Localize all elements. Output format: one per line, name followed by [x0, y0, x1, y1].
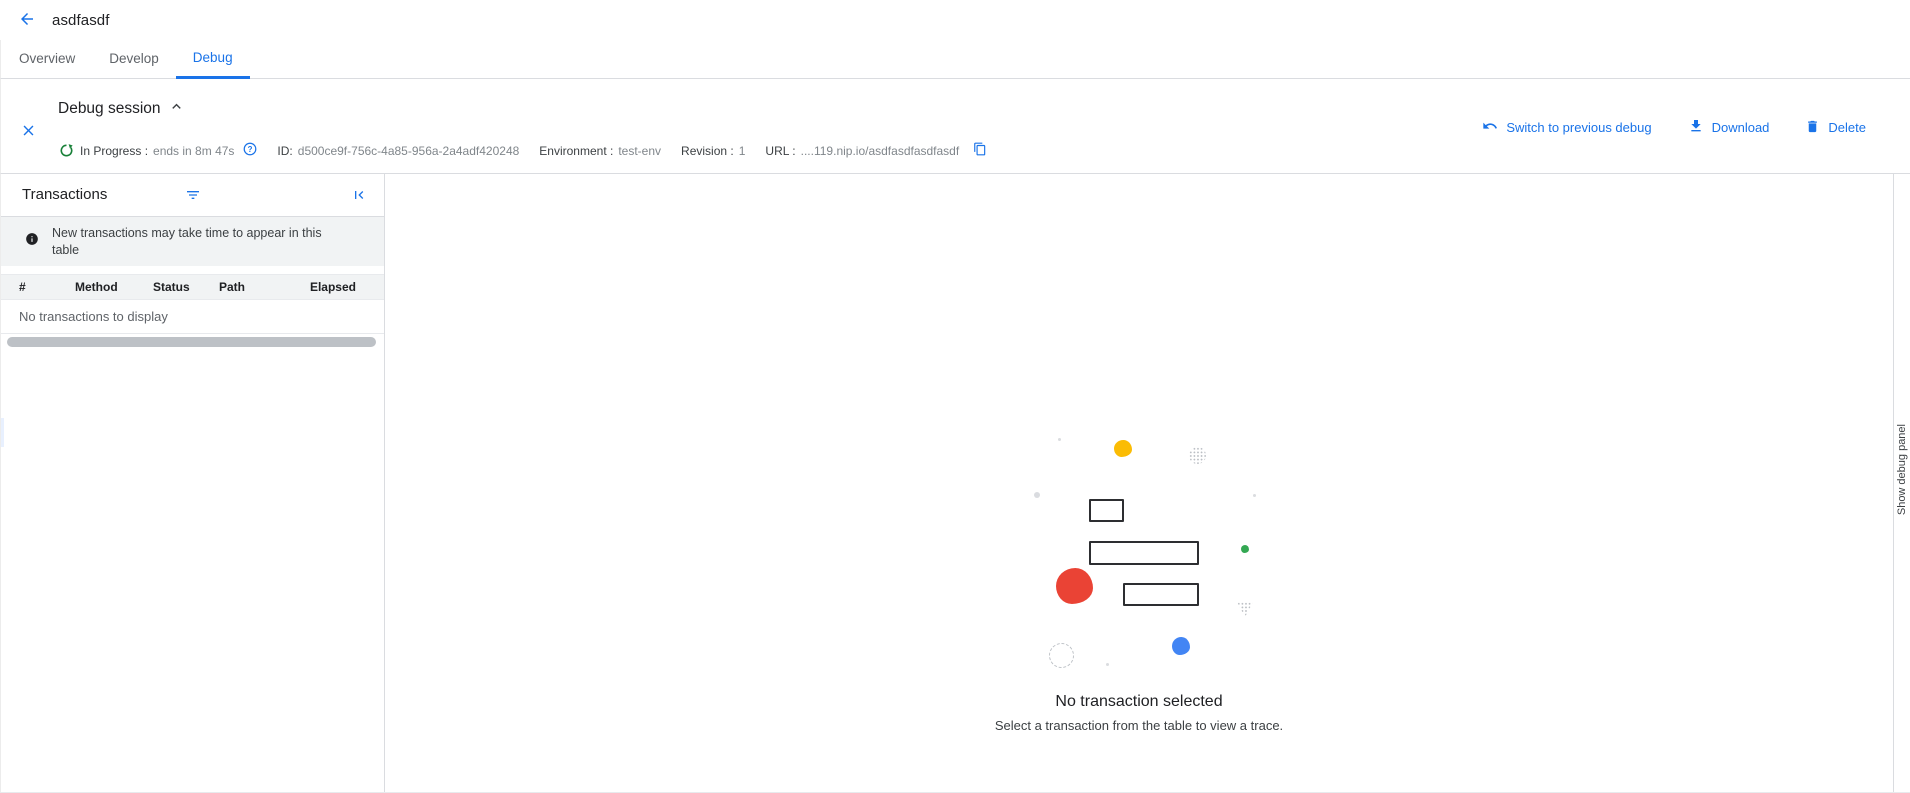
copy-url-button[interactable] [973, 142, 987, 159]
session-title-row: Debug session [58, 98, 185, 120]
delete-label: Delete [1828, 120, 1866, 135]
download-icon [1688, 118, 1704, 137]
illustration-rect-medium [1123, 583, 1199, 606]
illustration-red-blob [1056, 568, 1093, 604]
session-actions: Switch to previous debug Download Delete [1482, 118, 1866, 137]
illustration-dashed-circle [1049, 643, 1074, 668]
collapse-panel-button[interactable] [346, 183, 372, 209]
page-body: Transactions New transactions may take t… [0, 174, 1910, 793]
illustration-rect-small [1089, 499, 1124, 522]
close-session-panel-button[interactable] [15, 119, 41, 145]
in-progress-icon [60, 144, 73, 157]
delete-button[interactable]: Delete [1805, 119, 1866, 137]
transactions-title: Transactions [22, 186, 107, 203]
trace-area: No transaction selected Select a transac… [385, 174, 1893, 792]
undo-icon [1482, 118, 1498, 137]
revision-value: 1 [739, 144, 746, 158]
status-environment: Environment : test-env [539, 144, 661, 158]
status-url: URL : ....119.nip.io/asdfasdfasdfasdf [765, 142, 987, 159]
info-banner: New transactions may take time to appear… [1, 217, 384, 266]
transactions-table-header: # Method Status Path Elapsed [1, 274, 384, 300]
state-value: ends in 8m 47s [153, 144, 234, 158]
column-status: Status [153, 280, 190, 294]
left-edge-accent [1, 418, 4, 447]
download-button[interactable]: Download [1688, 118, 1770, 137]
column-elapsed: Elapsed [310, 280, 356, 294]
apigee-proxy-debug-page: asdfasdf Overview Develop Debug Debug se… [0, 0, 1910, 793]
illustration-blue-blob [1172, 637, 1190, 655]
status-id: ID: d500ce9f-756c-4a85-956a-2a4adf420248 [277, 144, 519, 158]
tab-overview[interactable]: Overview [2, 40, 92, 79]
debug-session-header: Debug session Switch to previous debug D… [0, 79, 1910, 174]
transactions-panel: Transactions New transactions may take t… [0, 174, 385, 792]
url-value: ....119.nip.io/asdfasdfasdfasdf [801, 144, 960, 158]
session-title-label: Debug session [58, 100, 161, 118]
status-state: In Progress : ends in 8m 47s ? [60, 142, 257, 159]
illustration-speck [1106, 663, 1109, 666]
illustration-yellow-blob [1114, 440, 1132, 457]
collapse-left-icon [351, 187, 367, 206]
transactions-empty-message: No transactions to display [1, 300, 384, 334]
url-label: URL : [765, 144, 795, 158]
empty-state-title: No transaction selected [1055, 693, 1222, 711]
page-title: asdfasdf [52, 12, 110, 29]
id-value: d500ce9f-756c-4a85-956a-2a4adf420248 [298, 144, 520, 158]
illustration-rect-large [1089, 541, 1199, 565]
id-label: ID: [277, 144, 292, 158]
column-path: Path [219, 280, 245, 294]
transactions-panel-header: Transactions [1, 174, 384, 217]
tab-develop[interactable]: Develop [92, 40, 176, 79]
environment-value: test-env [618, 144, 661, 158]
illustration-green-dot [1241, 545, 1249, 553]
back-button[interactable] [14, 7, 40, 33]
collapsed-debug-panel-strip: Show debug panel [1893, 174, 1910, 792]
close-icon [20, 122, 37, 142]
help-button[interactable]: ? [243, 142, 257, 159]
info-icon [25, 232, 39, 251]
illustration-speck [1034, 492, 1040, 498]
switch-previous-debug-button[interactable]: Switch to previous debug [1482, 118, 1651, 137]
empty-state-subtitle: Select a transaction from the table to v… [995, 718, 1283, 733]
tabbar: Overview Develop Debug [0, 40, 1910, 79]
svg-text:?: ? [248, 145, 253, 154]
show-debug-panel-button[interactable]: Show debug panel [1896, 424, 1908, 515]
horizontal-scrollbar-thumb[interactable] [7, 337, 376, 347]
environment-label: Environment : [539, 144, 613, 158]
trash-icon [1805, 119, 1820, 137]
help-icon: ? [243, 142, 257, 159]
illustration-stipple-circle [1189, 447, 1206, 464]
info-banner-text: New transactions may take time to appear… [52, 225, 330, 258]
download-label: Download [1712, 120, 1770, 135]
tab-debug[interactable]: Debug [176, 40, 250, 79]
illustration-speck [1253, 494, 1256, 497]
state-label: In Progress : [80, 144, 148, 158]
revision-label: Revision : [681, 144, 734, 158]
arrow-back-icon [18, 10, 36, 31]
switch-previous-debug-label: Switch to previous debug [1506, 120, 1651, 135]
horizontal-scrollbar [1, 334, 384, 350]
empty-state-illustration [929, 420, 1349, 680]
illustration-stipple-triangle [1237, 602, 1253, 617]
column-number: # [19, 280, 26, 294]
copy-icon [973, 142, 987, 159]
status-revision: Revision : 1 [681, 144, 745, 158]
filter-transactions-button[interactable] [180, 183, 206, 209]
session-status-row: In Progress : ends in 8m 47s ? ID: d500c… [60, 142, 1007, 159]
filter-list-icon [185, 187, 201, 206]
topbar: asdfasdf [0, 0, 1910, 40]
column-method: Method [75, 280, 118, 294]
illustration-speck [1058, 438, 1061, 441]
chevron-up-icon[interactable] [168, 98, 185, 120]
